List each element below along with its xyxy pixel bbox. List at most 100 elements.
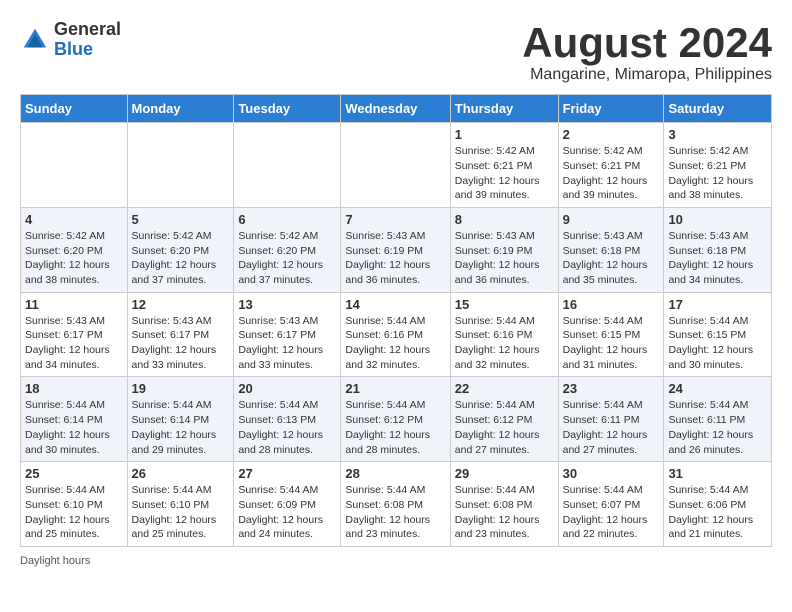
day-number: 15	[455, 297, 554, 312]
day-number: 6	[238, 212, 336, 227]
calendar-cell: 14Sunrise: 5:44 AM Sunset: 6:16 PM Dayli…	[341, 292, 450, 377]
day-info: Sunrise: 5:44 AM Sunset: 6:16 PM Dayligh…	[345, 314, 445, 373]
day-number: 30	[563, 466, 660, 481]
day-info: Sunrise: 5:44 AM Sunset: 6:11 PM Dayligh…	[668, 398, 767, 457]
day-info: Sunrise: 5:44 AM Sunset: 6:14 PM Dayligh…	[132, 398, 230, 457]
day-number: 22	[455, 381, 554, 396]
calendar-cell: 10 Sunrise: 5:43 AM Sunset: 6:18 PM Dayli…	[664, 207, 772, 292]
day-info: Sunrise: 5:44 AM Sunset: 6:08 PM Dayligh…	[345, 483, 445, 542]
day-info: Sunrise: 5:43 AM Sunset: 6:17 PM Dayligh…	[132, 314, 230, 373]
day-header-monday: Monday	[127, 95, 234, 123]
calendar-week-row: 25Sunrise: 5:44 AM Sunset: 6:10 PM Dayli…	[21, 462, 772, 547]
day-number: 20	[238, 381, 336, 396]
calendar-cell: 1 Sunrise: 5:42 AM Sunset: 6:21 PM Daylig…	[450, 123, 558, 208]
location-text: Mangarine, Mimaropa, Philippines	[522, 66, 772, 84]
day-number: 18	[25, 381, 123, 396]
calendar-header-row: SundayMondayTuesdayWednesdayThursdayFrid…	[21, 95, 772, 123]
calendar-cell: 30 Sunrise: 5:44 AM Sunset: 6:07 PM Dayli…	[558, 462, 664, 547]
day-info: Sunrise: 5:43 AM Sunset: 6:17 PM Dayligh…	[238, 314, 336, 373]
day-number: 19	[132, 381, 230, 396]
calendar-cell: 17 Sunrise: 5:44 AM Sunset: 6:15 PM Dayli…	[664, 292, 772, 377]
day-info: Sunrise: 5:44 AM Sunset: 6:15 PM Dayligh…	[668, 314, 767, 373]
day-number: 3	[668, 127, 767, 142]
calendar-cell: 21 Sunrise: 5:44 AM Sunset: 6:12 PM Dayli…	[341, 377, 450, 462]
day-info: Sunrise: 5:44 AM Sunset: 6:08 PM Dayligh…	[455, 483, 554, 542]
day-info: Sunrise: 5:44 AM Sunset: 6:12 PM Dayligh…	[455, 398, 554, 457]
calendar-cell: 23 Sunrise: 5:44 AM Sunset: 6:11 PM Dayli…	[558, 377, 664, 462]
calendar-cell: 9 Sunrise: 5:43 AM Sunset: 6:18 PM Daylig…	[558, 207, 664, 292]
day-number: 10	[668, 212, 767, 227]
logo: General Blue	[20, 20, 121, 60]
logo-icon	[20, 25, 50, 55]
calendar-cell	[234, 123, 341, 208]
day-number: 21	[345, 381, 445, 396]
calendar-cell: 11 Sunrise: 5:43 AM Sunset: 6:17 PM Dayli…	[21, 292, 128, 377]
day-info: Sunrise: 5:44 AM Sunset: 6:10 PM Dayligh…	[25, 483, 123, 542]
calendar-cell: 18 Sunrise: 5:44 AM Sunset: 6:14 PM Dayli…	[21, 377, 128, 462]
calendar-cell: 16 Sunrise: 5:44 AM Sunset: 6:15 PM Dayli…	[558, 292, 664, 377]
day-number: 17	[668, 297, 767, 312]
day-number: 5	[132, 212, 230, 227]
day-info: Sunrise: 5:44 AM Sunset: 6:07 PM Dayligh…	[563, 483, 660, 542]
day-number: 11	[25, 297, 123, 312]
calendar-cell: 3 Sunrise: 5:42 AM Sunset: 6:21 PM Daylig…	[664, 123, 772, 208]
footer: Daylight hours	[20, 555, 772, 567]
calendar-cell: 29 Sunrise: 5:44 AM Sunset: 6:08 PM Dayli…	[450, 462, 558, 547]
calendar-cell: 22 Sunrise: 5:44 AM Sunset: 6:12 PM Dayli…	[450, 377, 558, 462]
calendar-cell: 20 Sunrise: 5:44 AM Sunset: 6:13 PM Dayli…	[234, 377, 341, 462]
day-number: 29	[455, 466, 554, 481]
calendar-week-row: 18 Sunrise: 5:44 AM Sunset: 6:14 PM Dayli…	[21, 377, 772, 462]
day-number: 1	[455, 127, 554, 142]
day-info: Sunrise: 5:42 AM Sunset: 6:21 PM Dayligh…	[563, 144, 660, 203]
day-info: Sunrise: 5:44 AM Sunset: 6:11 PM Dayligh…	[563, 398, 660, 457]
day-header-sunday: Sunday	[21, 95, 128, 123]
calendar-cell: 31Sunrise: 5:44 AM Sunset: 6:06 PM Dayli…	[664, 462, 772, 547]
day-number: 2	[563, 127, 660, 142]
day-info: Sunrise: 5:43 AM Sunset: 6:18 PM Dayligh…	[563, 229, 660, 288]
day-number: 8	[455, 212, 554, 227]
day-info: Sunrise: 5:44 AM Sunset: 6:13 PM Dayligh…	[238, 398, 336, 457]
calendar-cell: 15 Sunrise: 5:44 AM Sunset: 6:16 PM Dayli…	[450, 292, 558, 377]
calendar-table: SundayMondayTuesdayWednesdayThursdayFrid…	[20, 94, 772, 547]
day-number: 16	[563, 297, 660, 312]
day-info: Sunrise: 5:42 AM Sunset: 6:20 PM Dayligh…	[25, 229, 123, 288]
day-number: 26	[132, 466, 230, 481]
day-info: Sunrise: 5:44 AM Sunset: 6:12 PM Dayligh…	[345, 398, 445, 457]
day-number: 9	[563, 212, 660, 227]
calendar-cell: 7Sunrise: 5:43 AM Sunset: 6:19 PM Daylig…	[341, 207, 450, 292]
month-title: August 2024	[522, 20, 772, 66]
day-number: 27	[238, 466, 336, 481]
day-info: Sunrise: 5:44 AM Sunset: 6:10 PM Dayligh…	[132, 483, 230, 542]
calendar-cell: 2 Sunrise: 5:42 AM Sunset: 6:21 PM Daylig…	[558, 123, 664, 208]
day-info: Sunrise: 5:43 AM Sunset: 6:17 PM Dayligh…	[25, 314, 123, 373]
calendar-cell: 12 Sunrise: 5:43 AM Sunset: 6:17 PM Dayli…	[127, 292, 234, 377]
day-info: Sunrise: 5:44 AM Sunset: 6:06 PM Dayligh…	[668, 483, 767, 542]
calendar-cell: 6Sunrise: 5:42 AM Sunset: 6:20 PM Daylig…	[234, 207, 341, 292]
calendar-cell: 27Sunrise: 5:44 AM Sunset: 6:09 PM Dayli…	[234, 462, 341, 547]
day-info: Sunrise: 5:42 AM Sunset: 6:21 PM Dayligh…	[668, 144, 767, 203]
calendar-cell: 19 Sunrise: 5:44 AM Sunset: 6:14 PM Dayli…	[127, 377, 234, 462]
day-number: 4	[25, 212, 123, 227]
day-info: Sunrise: 5:44 AM Sunset: 6:16 PM Dayligh…	[455, 314, 554, 373]
day-info: Sunrise: 5:42 AM Sunset: 6:21 PM Dayligh…	[455, 144, 554, 203]
day-info: Sunrise: 5:44 AM Sunset: 6:15 PM Dayligh…	[563, 314, 660, 373]
calendar-cell: 13Sunrise: 5:43 AM Sunset: 6:17 PM Dayli…	[234, 292, 341, 377]
day-number: 12	[132, 297, 230, 312]
day-info: Sunrise: 5:43 AM Sunset: 6:18 PM Dayligh…	[668, 229, 767, 288]
calendar-cell: 26 Sunrise: 5:44 AM Sunset: 6:10 PM Dayli…	[127, 462, 234, 547]
day-number: 23	[563, 381, 660, 396]
title-block: August 2024 Mangarine, Mimaropa, Philipp…	[522, 20, 772, 84]
calendar-cell	[127, 123, 234, 208]
day-info: Sunrise: 5:44 AM Sunset: 6:14 PM Dayligh…	[25, 398, 123, 457]
logo-blue-text: Blue	[54, 40, 121, 60]
calendar-cell: 24 Sunrise: 5:44 AM Sunset: 6:11 PM Dayli…	[664, 377, 772, 462]
calendar-cell	[341, 123, 450, 208]
day-header-wednesday: Wednesday	[341, 95, 450, 123]
calendar-cell: 28Sunrise: 5:44 AM Sunset: 6:08 PM Dayli…	[341, 462, 450, 547]
day-info: Sunrise: 5:42 AM Sunset: 6:20 PM Dayligh…	[132, 229, 230, 288]
day-number: 24	[668, 381, 767, 396]
calendar-cell: 5 Sunrise: 5:42 AM Sunset: 6:20 PM Daylig…	[127, 207, 234, 292]
logo-general-text: General	[54, 20, 121, 40]
calendar-cell	[21, 123, 128, 208]
daylight-label: Daylight hours	[20, 555, 90, 567]
